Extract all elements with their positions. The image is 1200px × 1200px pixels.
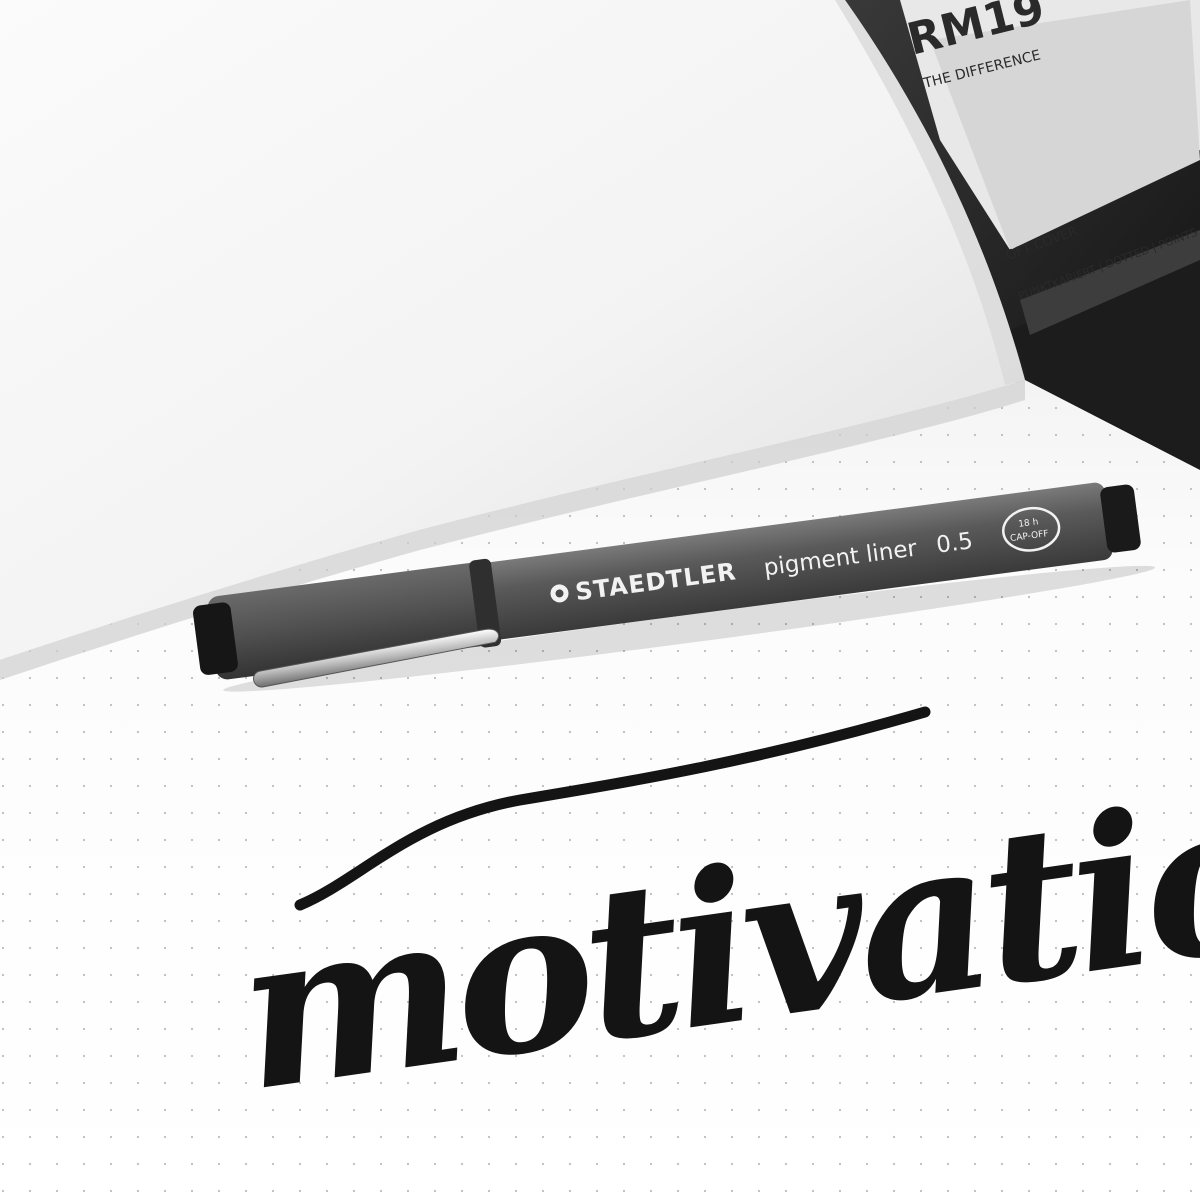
pen-size-text: 0.5 <box>935 528 975 559</box>
photo-illustration: RM19 THE DIFFERENCE OFT COVER PUNKTKARIE… <box>0 0 1200 1200</box>
photo-scene: RM19 THE DIFFERENCE OFT COVER PUNKTKARIE… <box>0 0 1200 1200</box>
